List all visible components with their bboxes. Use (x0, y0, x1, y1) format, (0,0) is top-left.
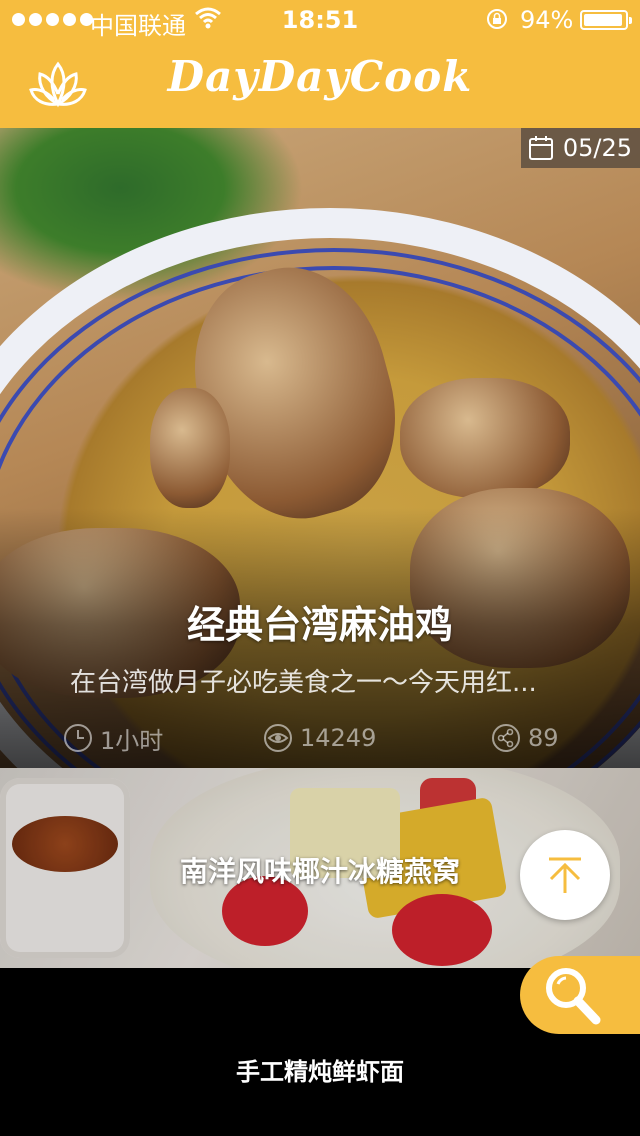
recipe-description: 在台湾做月子必吃美食之一～今天用红... (70, 668, 537, 698)
recipe-stats: 1小时 14249 89 (0, 720, 640, 756)
eye-icon (264, 724, 292, 752)
views-stat: 14249 (262, 720, 376, 756)
views-count: 14249 (300, 724, 377, 752)
battery-percent: 94% (520, 6, 574, 34)
date-text: 05/25 (562, 134, 632, 162)
clock-icon (64, 724, 92, 752)
search-icon (546, 968, 601, 1025)
food-piece (400, 378, 570, 498)
featured-recipe-card[interactable]: 05/25 经典台湾麻油鸡 在台湾做月子必吃美食之一～今天用红... 1小时 1… (0, 128, 640, 768)
status-bar: 中国联通 18:51 94% (0, 0, 640, 40)
arrow-up-icon (549, 857, 581, 893)
duration-text: 1小时 (100, 726, 164, 755)
share-icon[interactable] (490, 722, 522, 754)
brand-logo: DayDayCook (167, 52, 473, 101)
app-header: DayDayCook (0, 40, 640, 128)
recipe-title[interactable]: 经典台湾麻油鸡 (0, 594, 640, 649)
search-button[interactable] (520, 956, 640, 1034)
calendar-icon (528, 136, 553, 160)
duration-stat: 1小时 (62, 720, 163, 756)
shares-count: 89 (528, 724, 559, 752)
back-to-top-button[interactable] (520, 830, 610, 920)
food-piece (150, 388, 230, 508)
rotation-lock-icon (487, 9, 507, 29)
date-badge: 05/25 (520, 128, 640, 168)
recipe-title[interactable]: 手工精炖鲜虾面 (0, 1052, 640, 1087)
shares-stat[interactable]: 89 (490, 720, 559, 756)
battery-icon (580, 10, 632, 30)
